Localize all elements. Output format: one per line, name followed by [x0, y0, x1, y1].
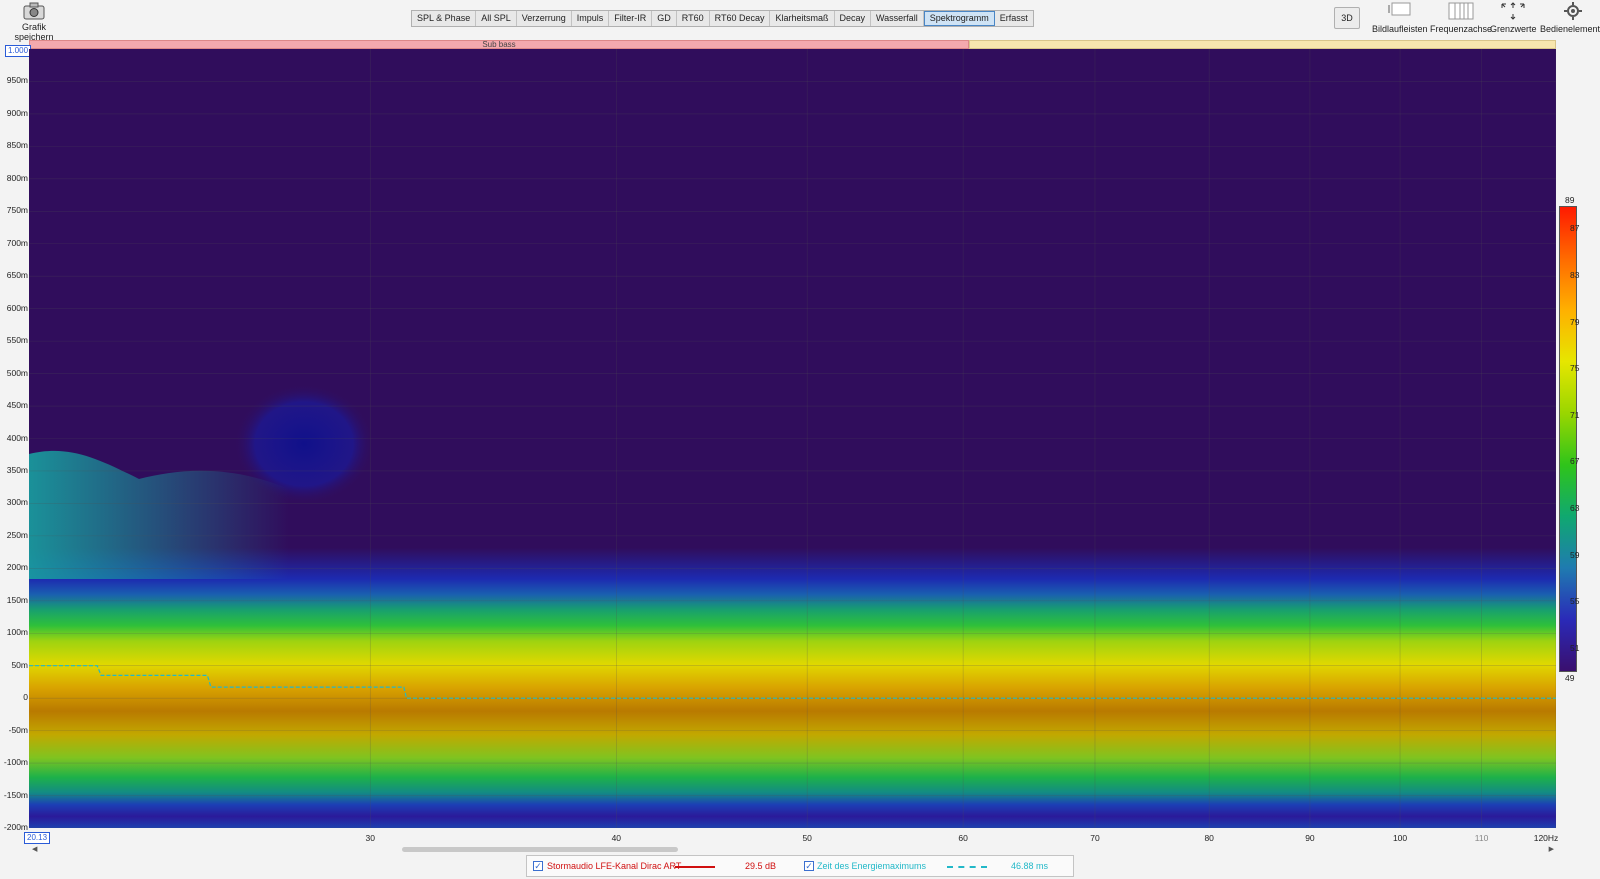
tab-captured[interactable]: Erfasst	[995, 11, 1033, 26]
tab-rt60[interactable]: RT60	[677, 11, 710, 26]
tab-rt60-decay[interactable]: RT60 Decay	[710, 11, 771, 26]
legend-item2-value: 46.88 ms	[1011, 861, 1049, 871]
frequency-axis-button[interactable]: Frequenzachse	[1430, 1, 1492, 34]
colorbar-tick-label: 59	[1570, 549, 1580, 560]
3d-toggle-button[interactable]: 3D	[1334, 7, 1360, 29]
y-tick-label: 500m	[6, 367, 28, 378]
scrollbars-label: Bildlaufleisten	[1372, 24, 1428, 34]
x-axis-start-value[interactable]: 20.13	[24, 832, 51, 844]
y-tick-label: 850m	[6, 140, 28, 151]
scroll-right-icon[interactable]: ▶	[1549, 845, 1554, 853]
y-tick-label: 800m	[6, 172, 28, 183]
colorbar-tick-label: 63	[1570, 502, 1580, 513]
bass-band	[969, 40, 1556, 49]
y-tick-label: 750m	[6, 205, 28, 216]
scroll-thumb[interactable]	[402, 847, 678, 852]
y-tick-label: 300m	[6, 497, 28, 508]
y-tick-label: 150m	[6, 594, 28, 605]
legend-item2-label: Zeit des Energiemaximums	[817, 861, 927, 871]
scrollbars-icon	[1387, 2, 1411, 16]
legend-item2-checkbox[interactable]: ✓	[804, 861, 814, 871]
horizontal-scrollbar[interactable]: ◀ ▶	[29, 845, 1556, 853]
app-window: Grafik speichern SPL & Phase All SPL Ver…	[0, 0, 1600, 879]
x-tick-label: 100	[1392, 833, 1408, 843]
legend-item2-swatch	[947, 866, 987, 868]
x-tick-label: 110	[1474, 833, 1489, 843]
y-tick-label: 600m	[6, 302, 28, 313]
y-tick-label: -100m	[3, 757, 28, 768]
x-tick-label: 120Hz	[1533, 833, 1559, 843]
colorbar-tick-label: 71	[1570, 409, 1580, 420]
colorbar-tick-label: 83	[1570, 269, 1580, 280]
tab-gd[interactable]: GD	[652, 11, 677, 26]
y-tick-label: 450m	[6, 400, 28, 411]
x-tick-label: 80	[1204, 833, 1214, 843]
y-tick-label: 400m	[6, 432, 28, 443]
y-axis-top-value[interactable]: 1.000	[5, 45, 32, 57]
tab-all-spl[interactable]: All SPL	[476, 11, 517, 26]
legend: ✓ Stormaudio LFE-Kanal Dirac ART 29.5 dB…	[526, 855, 1074, 877]
tab-filter-ir[interactable]: Filter-IR	[609, 11, 653, 26]
colorbar-tick-label: 67	[1570, 456, 1580, 467]
colorbar-tick-label: 51	[1570, 642, 1580, 653]
spectrogram-plot[interactable]	[29, 49, 1556, 828]
x-tick-label: 50	[802, 833, 812, 843]
limits-label: Grenzwerte	[1490, 24, 1537, 34]
tab-distortion[interactable]: Verzerrung	[517, 11, 572, 26]
colorbar-tick-label: 55	[1570, 596, 1580, 607]
arrows-expand-icon	[1501, 2, 1525, 20]
y-tick-label: 200m	[6, 562, 28, 573]
y-tick-label: 700m	[6, 237, 28, 248]
tab-decay[interactable]: Decay	[835, 11, 872, 26]
tab-impulse[interactable]: Impuls	[572, 11, 610, 26]
colorbar-max-label: 89	[1565, 195, 1575, 205]
x-tick-label: 60	[958, 833, 968, 843]
spectrogram-canvas	[29, 49, 1556, 828]
save-graphic-label: Grafik speichern	[14, 22, 54, 42]
view-tabs: SPL & Phase All SPL Verzerrung Impuls Fi…	[411, 10, 1034, 27]
save-graphic-button[interactable]: Grafik speichern	[2, 2, 66, 42]
y-tick-label: 100m	[6, 627, 28, 638]
sub-bass-band: Sub bass	[29, 40, 969, 49]
y-tick-label: 550m	[6, 335, 28, 346]
limits-button[interactable]: Grenzwerte	[1490, 1, 1537, 34]
tab-waterfall[interactable]: Wasserfall	[871, 11, 924, 26]
x-tick-label: 90	[1305, 833, 1315, 843]
y-tick-label: -200m	[3, 822, 28, 832]
colorbar-min-label: 49	[1565, 673, 1575, 683]
x-tick-label: 70	[1090, 833, 1100, 843]
y-tick-label: 900m	[6, 107, 28, 118]
y-tick-label: 650m	[6, 270, 28, 281]
frequency-band-bar: Sub bass	[29, 40, 1556, 49]
tab-clarity[interactable]: Klarheitsmaß	[770, 11, 835, 26]
scrollbars-button[interactable]: Bildlaufleisten	[1372, 1, 1428, 34]
y-tick-label: 350m	[6, 464, 28, 475]
colorbar-tick-label: 87	[1570, 223, 1580, 234]
tab-spectrogram[interactable]: Spektrogramm	[923, 11, 995, 26]
y-tick-label: 250m	[6, 529, 28, 540]
scroll-left-icon[interactable]: ◀	[32, 845, 37, 853]
y-tick-label: 950m	[6, 75, 28, 86]
legend-item1-swatch	[675, 866, 715, 868]
frequency-axis-label: Frequenzachse	[1430, 24, 1493, 34]
y-tick-label: -50m	[8, 724, 28, 735]
controls-button[interactable]: Bedienelemente	[1540, 1, 1600, 34]
legend-item1-value: 29.5 dB	[745, 861, 777, 871]
controls-label: Bedienelemente	[1540, 24, 1600, 34]
colorbar-tick-label: 75	[1570, 363, 1580, 374]
gear-icon	[1563, 2, 1582, 20]
y-tick-label: -150m	[3, 789, 28, 800]
y-tick-label: 50m	[11, 659, 28, 670]
tab-spl-phase[interactable]: SPL & Phase	[412, 11, 477, 26]
x-tick-label: 40	[611, 833, 622, 843]
legend-item1-checkbox[interactable]: ✓	[533, 861, 543, 871]
x-tick-label: 30	[365, 833, 375, 843]
y-tick-label: 0	[23, 692, 28, 703]
camera-icon	[23, 2, 45, 20]
frequency-axis-icon	[1448, 2, 1474, 20]
legend-item1-label: Stormaudio LFE-Kanal Dirac ART	[547, 861, 682, 871]
colorbar-tick-label: 79	[1570, 316, 1580, 327]
